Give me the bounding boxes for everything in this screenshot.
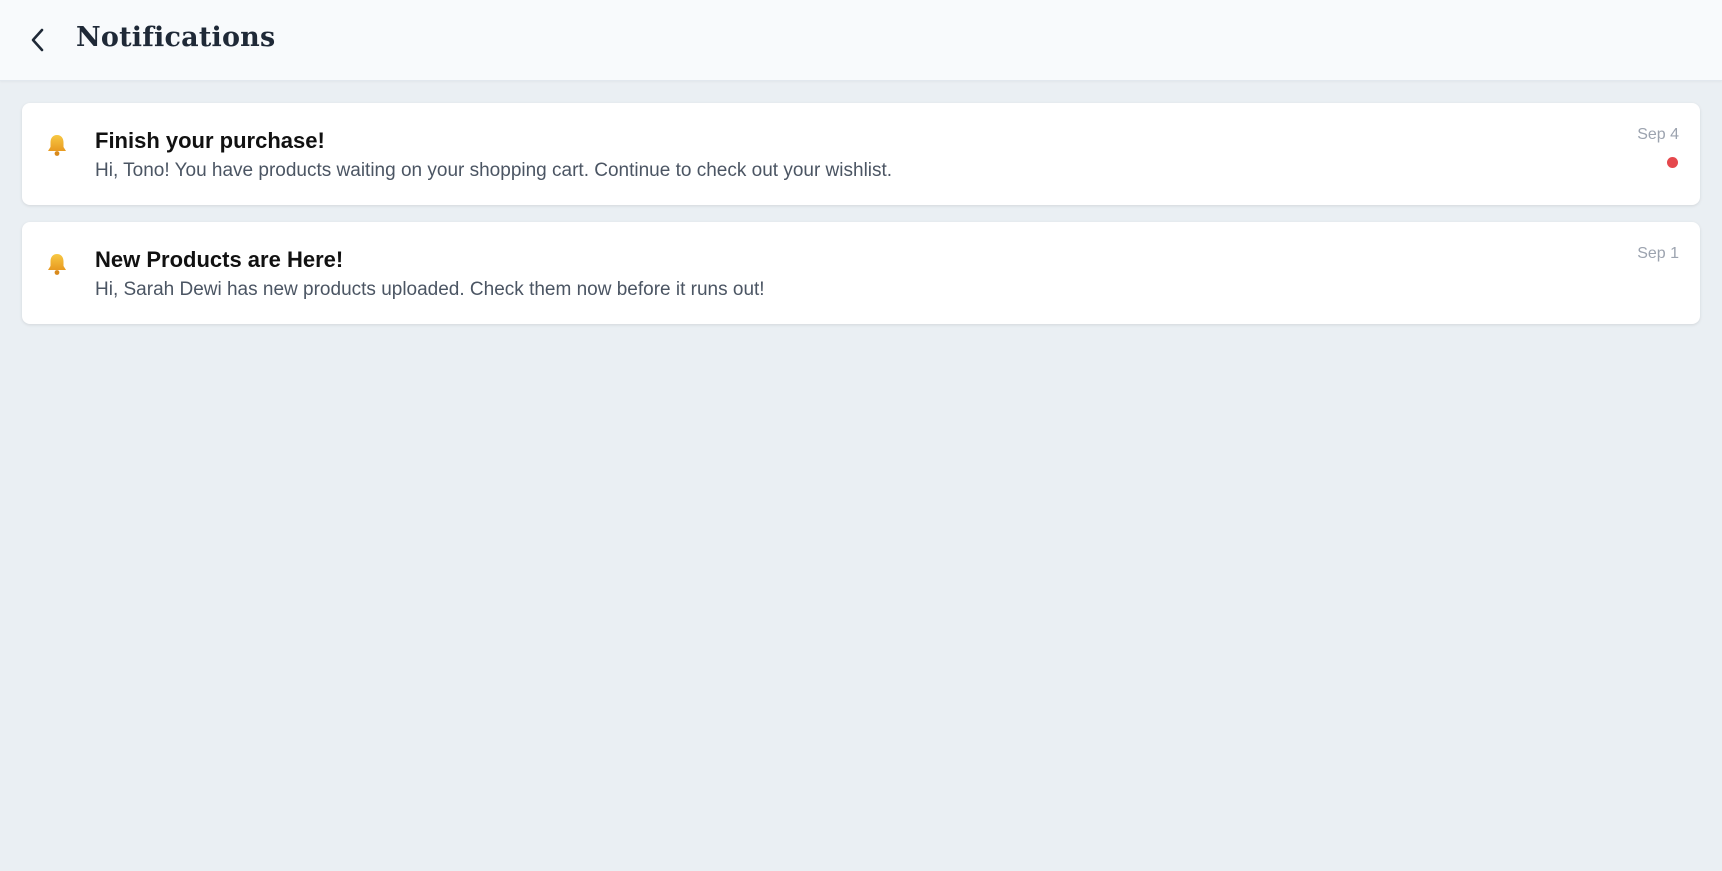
notification-item[interactable]: New Products are Here! Hi, Sarah Dewi ha…: [22, 222, 1700, 324]
notification-date: Sep 1: [1637, 245, 1679, 262]
app-header: Notifications: [0, 0, 1722, 81]
page-title: Notifications: [76, 22, 276, 53]
notification-list: Finish your purchase! Hi, Tono! You have…: [22, 103, 1700, 341]
notification-message: Hi, Sarah Dewi has new products uploaded…: [95, 279, 765, 300]
notification-title: Finish your purchase!: [95, 128, 325, 153]
notification-title: New Products are Here!: [95, 247, 344, 272]
unread-indicator: [1667, 157, 1678, 168]
bell-icon: [48, 254, 66, 275]
notification-message: Hi, Tono! You have products waiting on y…: [95, 160, 893, 181]
notification-item[interactable]: Finish your purchase! Hi, Tono! You have…: [22, 103, 1700, 205]
bell-icon: [48, 135, 66, 156]
notification-date: Sep 4: [1637, 126, 1679, 143]
chevron-left-icon: [31, 28, 44, 52]
back-button[interactable]: [22, 24, 54, 56]
